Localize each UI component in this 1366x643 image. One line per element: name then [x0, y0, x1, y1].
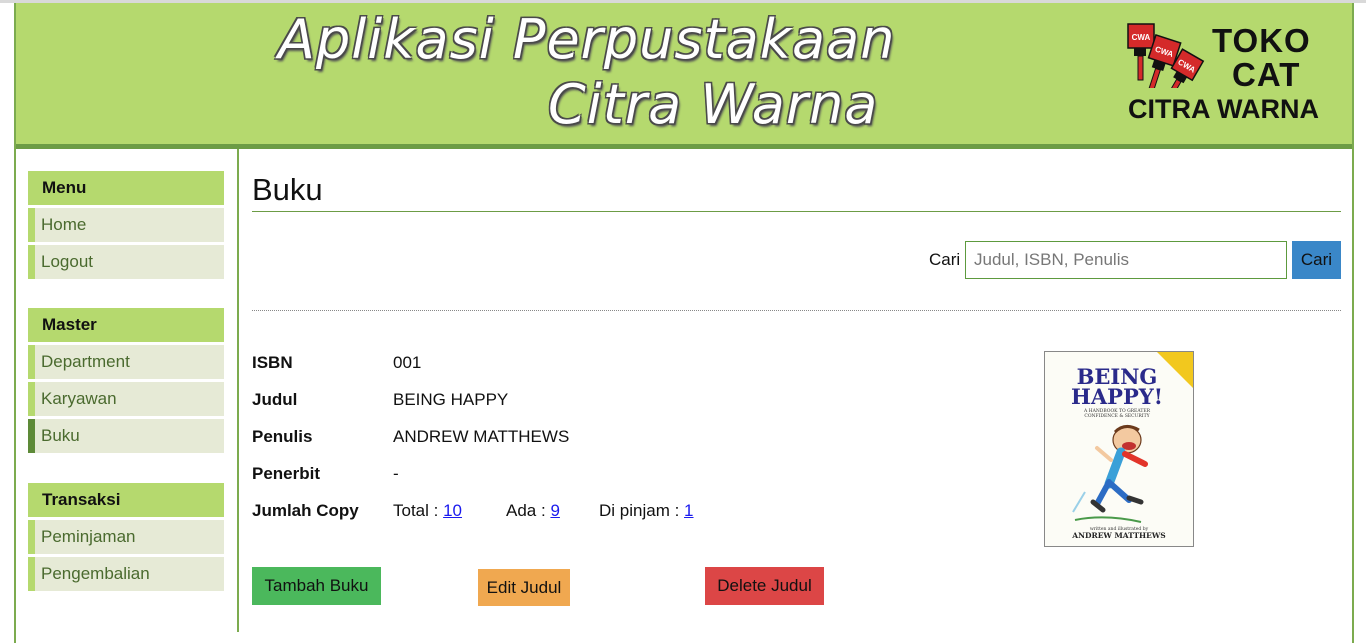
sidebar-item-department[interactable]: Department: [28, 345, 224, 379]
header-divider: [16, 144, 1352, 149]
copy-borrowed-link[interactable]: 1: [684, 501, 693, 520]
cover-title-line2: HAPPY!: [1071, 384, 1163, 409]
sidebar-item-logout[interactable]: Logout: [28, 245, 224, 279]
sidebar-group-title: Transaksi: [28, 483, 224, 517]
sidebar-group-menu: Menu Home Logout: [28, 171, 224, 279]
sidebar-item-karyawan[interactable]: Karyawan: [28, 382, 224, 416]
search-input[interactable]: [965, 241, 1287, 279]
field-value: ANDREW MATTHEWS: [393, 427, 570, 446]
sidebar-divider: [237, 149, 239, 632]
sidebar-item-peminjaman[interactable]: Peminjaman: [28, 520, 224, 554]
cover-author: ANDREW MATTHEWS: [1071, 531, 1165, 540]
logo-text-citra-warna: CITRA WARNA: [1128, 94, 1319, 124]
copy-total-link[interactable]: 10: [443, 501, 462, 520]
field-value: -: [393, 464, 399, 483]
sidebar-group-master: Master Department Karyawan Buku: [28, 308, 224, 453]
copy-available: Ada : 9: [506, 501, 560, 521]
copy-available-label: Ada :: [506, 501, 546, 520]
field-label: ISBN: [252, 353, 293, 372]
brush-label: CWA: [1132, 33, 1151, 42]
field-value: 001: [393, 353, 422, 372]
field-label: Penulis: [252, 427, 313, 446]
title-underline: [252, 211, 1341, 212]
section-divider: [252, 310, 1341, 311]
field-value: BEING HAPPY: [393, 390, 509, 409]
copy-total: Total : 10: [393, 501, 462, 521]
field-label: Judul: [252, 390, 298, 409]
logo-text-toko: TOKO: [1212, 22, 1311, 59]
copy-available-link[interactable]: 9: [550, 501, 559, 520]
book-cover-illustration: BEING HAPPY! A HANDBOOK TO GREATER CONFI…: [1045, 352, 1193, 546]
sidebar-item-pengembalian[interactable]: Pengembalian: [28, 557, 224, 591]
sidebar-item-home[interactable]: Home: [28, 208, 224, 242]
sidebar-group-title: Menu: [28, 171, 224, 205]
page-title: Buku: [252, 172, 323, 207]
sidebar-item-buku[interactable]: Buku: [28, 419, 224, 453]
sidebar-group-transaksi: Transaksi Peminjaman Pengembalian: [28, 483, 224, 591]
edit-title-button[interactable]: Edit Judul: [478, 569, 570, 606]
search-button[interactable]: Cari: [1292, 241, 1341, 279]
search-label: Cari: [929, 250, 961, 269]
delete-title-button[interactable]: Delete Judul: [705, 567, 824, 605]
paint-brush-icon: CWA CWA CWA: [1127, 23, 1205, 88]
app-title-line2: Citra Warna: [548, 73, 879, 136]
field-label: Jumlah Copy: [252, 501, 359, 520]
field-label: Penerbit: [252, 464, 321, 483]
copy-borrowed: Di pinjam : 1: [599, 501, 694, 521]
app-title-line1: Aplikasi Perpustakaan: [278, 8, 896, 71]
copy-borrowed-label: Di pinjam :: [599, 501, 680, 520]
book-cover-image: BEING HAPPY! A HANDBOOK TO GREATER CONFI…: [1044, 351, 1194, 547]
logo-text-cat: CAT: [1232, 56, 1301, 93]
sidebar-group-title: Master: [28, 308, 224, 342]
copy-total-label: Total :: [393, 501, 439, 520]
store-logo: CWA CWA CWA TOKO CAT CITRA WARNA: [1124, 18, 1340, 130]
add-book-button[interactable]: Tambah Buku: [252, 567, 381, 605]
cover-subtitle2: CONFIDENCE & SECURITY: [1084, 413, 1150, 419]
